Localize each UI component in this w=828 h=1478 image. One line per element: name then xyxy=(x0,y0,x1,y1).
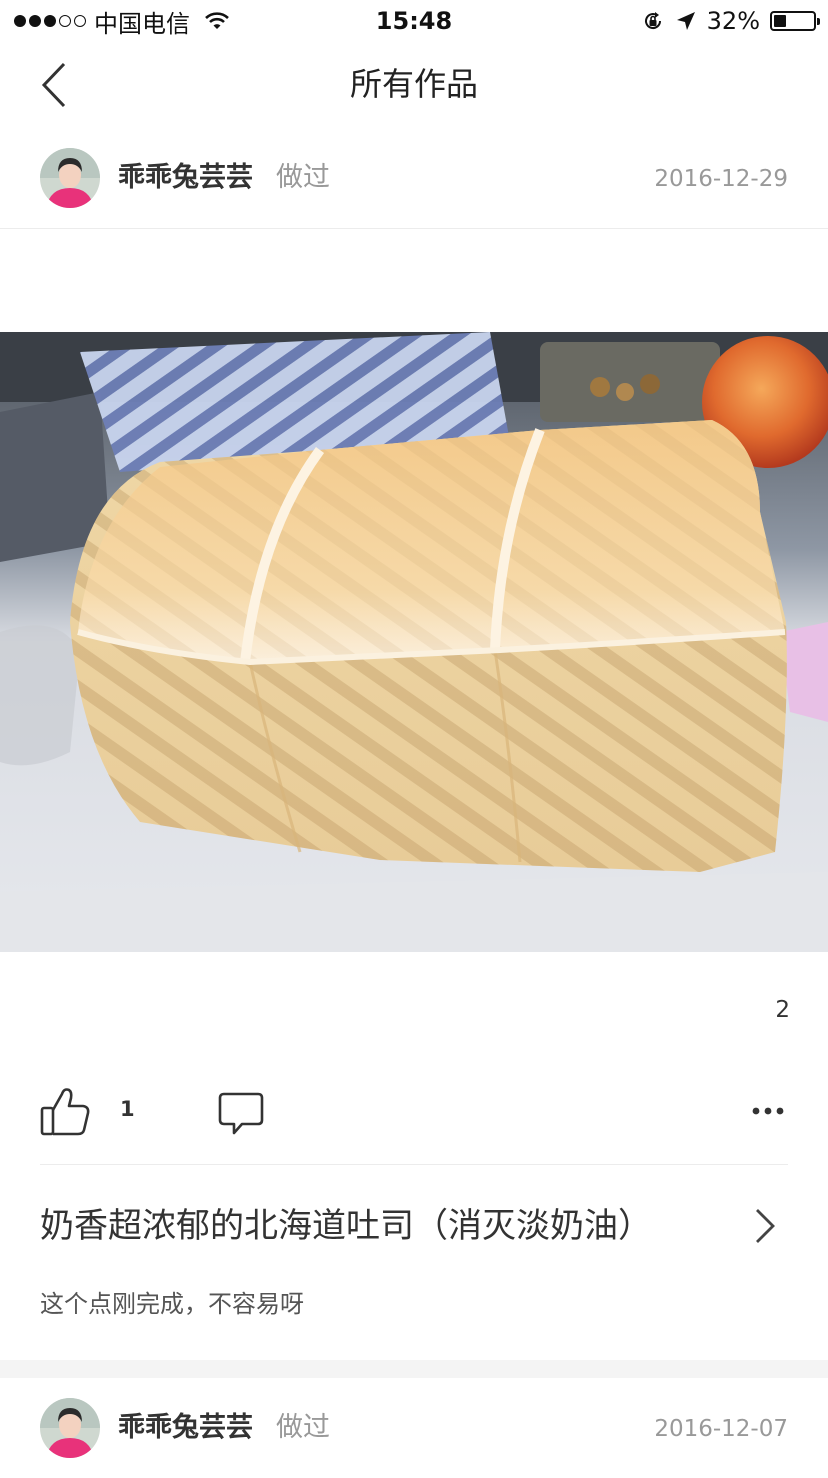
like-count: 1 xyxy=(120,1097,135,1121)
recipe-link[interactable]: 奶香超浓郁的北海道吐司（消灭淡奶油） xyxy=(0,1190,828,1266)
navigation-bar: 所有作品 xyxy=(0,42,828,128)
avatar[interactable] xyxy=(40,1398,100,1458)
username[interactable]: 乖乖兔芸芸 xyxy=(118,158,253,198)
more-dots-icon xyxy=(752,1107,784,1115)
battery-level xyxy=(774,15,787,27)
more-options-button[interactable] xyxy=(748,1096,788,1126)
divider xyxy=(40,1164,788,1165)
status-right: 32% xyxy=(641,6,820,36)
recipe-title: 奶香超浓郁的北海道吐司（消灭淡奶油） xyxy=(40,1206,652,1246)
battery-icon xyxy=(770,11,820,31)
like-button[interactable] xyxy=(38,1084,92,1138)
chevron-right-icon xyxy=(756,1209,775,1243)
orientation-lock-icon xyxy=(644,12,661,30)
post-description: 这个点刚完成，不容易呀 xyxy=(40,1290,304,1318)
username[interactable]: 乖乖兔芸芸 xyxy=(118,1408,253,1448)
post-photo[interactable] xyxy=(0,332,828,952)
photo-page-indicator: 2 xyxy=(775,997,790,1023)
post-actions: 1 xyxy=(0,1080,828,1146)
section-separator xyxy=(0,1360,828,1378)
action-label: 做过 xyxy=(276,1412,330,1443)
page-title: 所有作品 xyxy=(349,65,478,103)
location-arrow-icon xyxy=(676,12,695,30)
post-date: 2016-12-29 xyxy=(654,166,788,192)
post-header: 乖乖兔芸芸 做过 2016-12-29 xyxy=(0,148,828,228)
battery-percentage: 32% xyxy=(706,7,760,35)
thumbs-up-icon xyxy=(40,1088,90,1136)
status-bar: 中国电信 15:48 32% xyxy=(0,0,828,42)
comment-icon xyxy=(218,1092,264,1135)
comment-button[interactable] xyxy=(216,1090,266,1138)
bread-photo xyxy=(0,332,828,952)
action-label: 做过 xyxy=(276,162,330,193)
avatar[interactable] xyxy=(40,148,100,208)
divider xyxy=(0,228,828,229)
post-header: 乖乖兔芸芸 做过 2016-12-07 xyxy=(0,1398,828,1478)
post-date: 2016-12-07 xyxy=(654,1416,788,1442)
